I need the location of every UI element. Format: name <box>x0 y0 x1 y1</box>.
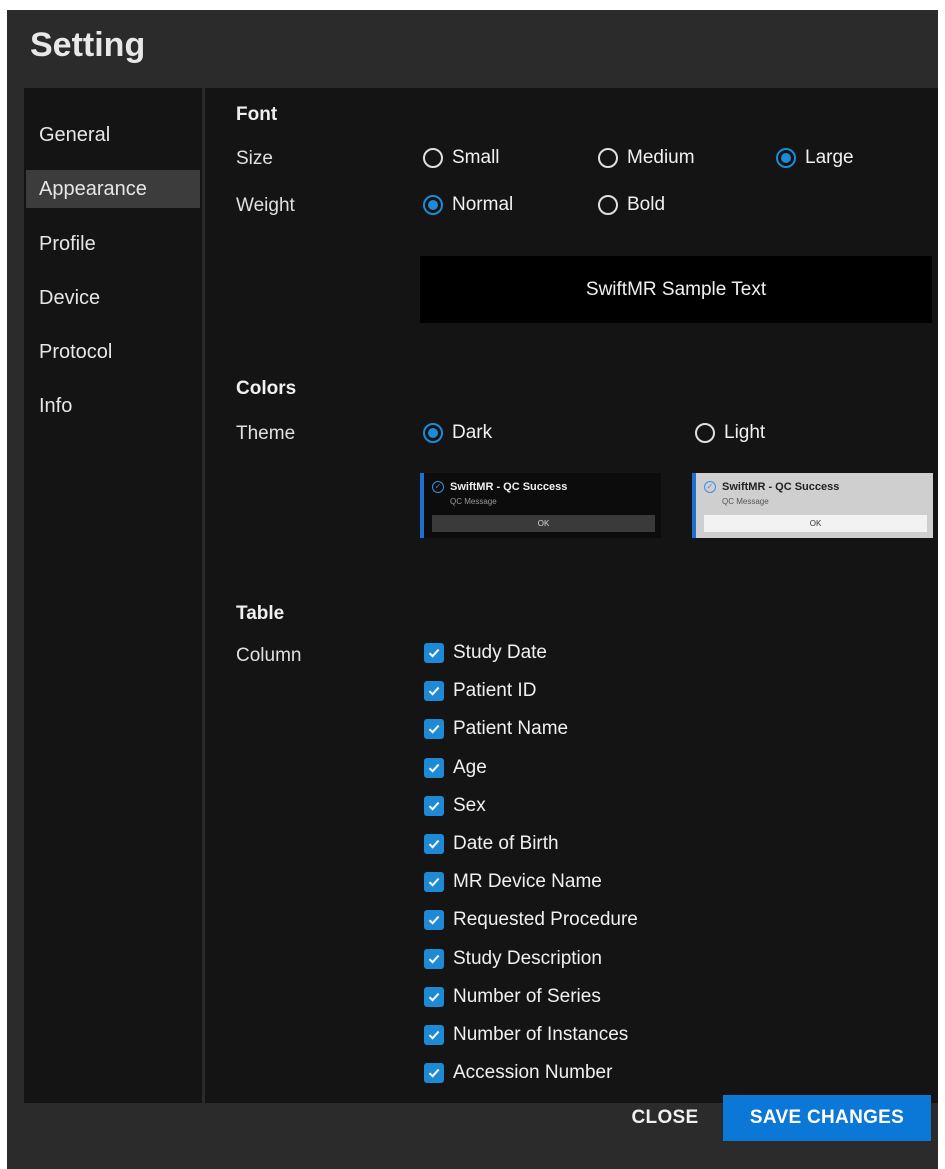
column-checkbox-study-date[interactable]: Study Date <box>424 634 638 672</box>
radio-label: Light <box>724 422 766 443</box>
checkbox-checked-icon <box>424 910 444 931</box>
checkbox-label: Patient ID <box>453 680 537 702</box>
checkbox-checked-icon <box>424 795 444 816</box>
checkbox-label: Age <box>453 756 487 778</box>
checkbox-label: MR Device Name <box>453 871 602 893</box>
weight-label: Weight <box>236 195 295 216</box>
radio-label: Normal <box>452 194 514 215</box>
settings-sidebar: General Appearance Profile Device Protoc… <box>24 88 205 1103</box>
sidebar-item-label: General <box>39 123 111 146</box>
theme-label: Theme <box>236 423 296 444</box>
column-checkbox-accession-number[interactable]: Accession Number <box>424 1054 638 1092</box>
checkbox-checked-icon <box>424 986 444 1007</box>
sidebar-item-general[interactable]: General <box>26 116 200 154</box>
radio-label: Medium <box>627 147 695 168</box>
sidebar-item-info[interactable]: Info <box>26 387 200 425</box>
weight-bold-radio[interactable]: Bold <box>598 194 665 216</box>
checkbox-checked-icon <box>424 1024 444 1045</box>
checkbox-checked-icon <box>424 757 444 778</box>
column-checkbox-study-description[interactable]: Study Description <box>424 940 638 978</box>
column-label: Column <box>236 645 302 666</box>
font-section-title: Font <box>236 104 278 125</box>
preview-header: ✓ SwiftMR - QC Success <box>704 481 839 493</box>
checkbox-checked-icon <box>424 1063 444 1084</box>
radio-unchecked-icon <box>598 195 618 215</box>
check-circle-icon: ✓ <box>704 481 716 493</box>
checkbox-checked-icon <box>424 643 444 664</box>
dialog-body: General Appearance Profile Device Protoc… <box>24 88 938 1103</box>
theme-light-radio[interactable]: Light <box>695 422 765 444</box>
sidebar-item-profile[interactable]: Profile <box>26 225 200 263</box>
checkbox-label: Number of Instances <box>453 1023 629 1045</box>
column-checkbox-list: Study Date Patient ID Patient Name Age S… <box>424 634 638 1092</box>
check-circle-icon: ✓ <box>432 481 444 493</box>
preview-title: SwiftMR - QC Success <box>722 481 840 493</box>
radio-label: Dark <box>452 422 493 443</box>
sidebar-item-label: Appearance <box>39 177 147 200</box>
size-label: Size <box>236 148 273 169</box>
settings-dialog: Setting General Appearance Profile Devic… <box>7 10 938 1169</box>
sidebar-item-label: Profile <box>39 232 96 255</box>
sidebar-item-label: Device <box>39 286 101 309</box>
dialog-title: Setting <box>30 26 146 64</box>
size-small-radio[interactable]: Small <box>423 147 500 169</box>
save-changes-button[interactable]: SAVE CHANGES <box>723 1095 931 1141</box>
checkbox-label: Date of Birth <box>453 833 559 855</box>
column-checkbox-patient-name[interactable]: Patient Name <box>424 710 638 748</box>
size-large-radio[interactable]: Large <box>776 147 854 169</box>
appearance-panel: Font Size Small Medium Large Weight Norm… <box>205 88 938 1103</box>
theme-dark-radio[interactable]: Dark <box>423 422 492 444</box>
checkbox-label: Number of Series <box>453 985 601 1007</box>
checkbox-label: Patient Name <box>453 718 569 740</box>
radio-label: Bold <box>627 194 666 215</box>
radio-label: Large <box>805 147 854 168</box>
column-checkbox-age[interactable]: Age <box>424 749 638 787</box>
radio-unchecked-icon <box>598 148 618 168</box>
preview-ok-button: OK <box>432 515 655 532</box>
preview-ok-button: OK <box>704 515 927 532</box>
checkbox-label: Requested Procedure <box>453 909 638 931</box>
radio-checked-icon <box>423 195 443 215</box>
table-section-title: Table <box>236 603 285 624</box>
preview-message: QC Message <box>450 497 497 506</box>
preview-header: ✓ SwiftMR - QC Success <box>432 481 567 493</box>
font-sample-preview: SwiftMR Sample Text <box>420 256 932 323</box>
column-checkbox-patient-id[interactable]: Patient ID <box>424 672 638 710</box>
checkbox-checked-icon <box>424 719 444 740</box>
radio-label: Small <box>452 147 500 168</box>
colors-section-title: Colors <box>236 378 297 399</box>
checkbox-checked-icon <box>424 948 444 969</box>
column-checkbox-date-of-birth[interactable]: Date of Birth <box>424 825 638 863</box>
sidebar-item-device[interactable]: Device <box>26 279 200 317</box>
size-medium-radio[interactable]: Medium <box>598 147 695 169</box>
close-button[interactable]: CLOSE <box>617 1095 713 1141</box>
checkbox-label: Accession Number <box>453 1062 613 1084</box>
checkbox-checked-icon <box>424 872 444 893</box>
sidebar-item-appearance[interactable]: Appearance <box>26 170 200 208</box>
checkbox-label: Sex <box>453 794 486 816</box>
radio-checked-icon <box>423 423 443 443</box>
dark-theme-preview[interactable]: ✓ SwiftMR - QC Success QC Message OK <box>420 473 661 538</box>
column-checkbox-requested-procedure[interactable]: Requested Procedure <box>424 901 638 939</box>
sidebar-item-label: Info <box>39 394 73 417</box>
light-theme-preview[interactable]: ✓ SwiftMR - QC Success QC Message OK <box>692 473 933 538</box>
column-checkbox-mr-device-name[interactable]: MR Device Name <box>424 863 638 901</box>
checkbox-label: Study Description <box>453 947 602 969</box>
weight-normal-radio[interactable]: Normal <box>423 194 513 216</box>
radio-unchecked-icon <box>423 148 443 168</box>
column-checkbox-number-of-instances[interactable]: Number of Instances <box>424 1016 638 1054</box>
column-checkbox-number-of-series[interactable]: Number of Series <box>424 978 638 1016</box>
checkbox-checked-icon <box>424 834 444 855</box>
preview-title: SwiftMR - QC Success <box>450 481 568 493</box>
radio-unchecked-icon <box>695 423 715 443</box>
sidebar-item-protocol[interactable]: Protocol <box>26 333 200 371</box>
column-checkbox-sex[interactable]: Sex <box>424 787 638 825</box>
sidebar-item-label: Protocol <box>39 340 113 363</box>
radio-checked-icon <box>776 148 796 168</box>
checkbox-checked-icon <box>424 681 444 702</box>
checkbox-label: Study Date <box>453 642 547 664</box>
preview-message: QC Message <box>722 497 769 506</box>
